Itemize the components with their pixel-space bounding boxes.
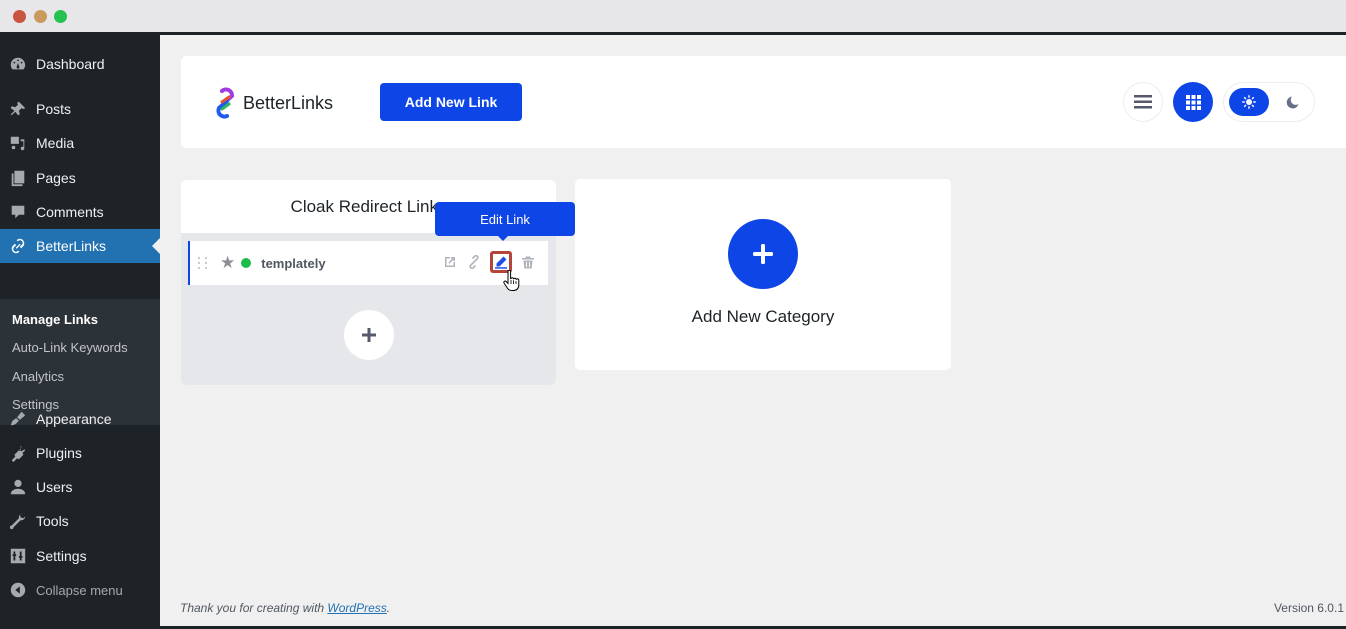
collapse-icon [0, 581, 36, 599]
wrench-icon [0, 512, 36, 530]
dashboard-icon [0, 55, 36, 73]
list-icon [1134, 95, 1152, 109]
add-new-link-button[interactable]: Add New Link [380, 83, 522, 121]
dark-theme-button[interactable] [1276, 88, 1308, 116]
admin-sidebar: Dashboard Posts Media Pages Comments Bet… [0, 35, 160, 629]
add-link-to-category-button[interactable] [344, 310, 394, 360]
sidebar-item-users[interactable]: Users [0, 470, 160, 504]
delete-link-icon[interactable] [520, 254, 536, 270]
link-icon [0, 237, 36, 255]
hand-cursor-icon [503, 270, 520, 291]
submenu-manage-links[interactable]: Manage Links [12, 312, 98, 327]
sidebar-item-settings[interactable]: Settings [0, 539, 160, 573]
drag-handle-icon[interactable] [198, 256, 208, 270]
brand-name: BetterLinks [243, 92, 334, 113]
plus-icon [753, 244, 773, 264]
sidebar-item-label: Appearance [36, 411, 112, 427]
add-category-button[interactable] [728, 219, 798, 289]
comments-icon [0, 203, 36, 221]
window-minimize-button[interactable] [34, 10, 47, 23]
settings-icon [0, 547, 36, 565]
media-icon [0, 134, 36, 152]
favorite-star-icon[interactable]: ★ [220, 253, 235, 273]
moon-icon [1286, 96, 1298, 108]
footer-version: Version 6.0.1 [1273, 601, 1344, 615]
brush-icon [0, 410, 36, 428]
sidebar-item-label: Posts [36, 101, 72, 117]
sidebar-item-label: Comments [36, 204, 104, 220]
link-row-actions [442, 251, 536, 273]
sidebar-item-posts[interactable]: Posts [0, 92, 160, 126]
sidebar-item-media[interactable]: Media [0, 126, 160, 160]
sidebar-item-label: BetterLinks [36, 238, 107, 254]
sidebar-item-label: Media [36, 135, 75, 151]
wordpress-link[interactable]: WordPress [327, 601, 386, 615]
edit-link-tooltip: Edit Link [435, 202, 575, 241]
pencil-icon [495, 256, 507, 269]
sun-icon [1242, 95, 1256, 109]
link-title[interactable]: templately [261, 256, 325, 271]
sidebar-item-label: Tools [36, 513, 69, 529]
sidebar-item-dashboard[interactable]: Dashboard [0, 47, 160, 81]
list-view-button[interactable] [1123, 82, 1163, 122]
sidebar-item-label: Users [36, 479, 73, 495]
grid-view-button[interactable] [1173, 82, 1213, 122]
sidebar-item-label: Pages [36, 170, 76, 186]
sidebar-item-appearance[interactable]: Appearance [0, 402, 160, 436]
status-active-dot [241, 258, 252, 268]
pin-icon [0, 100, 36, 118]
window-maximize-button[interactable] [54, 10, 67, 23]
sidebar-item-plugins[interactable]: Plugins [0, 436, 160, 470]
sidebar-item-label: Plugins [36, 445, 82, 461]
pages-icon [0, 169, 36, 187]
light-theme-button[interactable] [1229, 88, 1269, 116]
open-external-icon[interactable] [442, 254, 458, 270]
collapse-menu-button[interactable]: Collapse menu [0, 573, 160, 607]
category-title: Cloak Redirect Links [290, 196, 447, 216]
theme-toggle [1223, 82, 1315, 122]
submenu-auto-link-keywords[interactable]: Auto-Link Keywords [12, 340, 128, 355]
plus-icon [362, 328, 376, 342]
sidebar-item-betterlinks[interactable]: BetterLinks [0, 229, 160, 263]
add-new-category-card[interactable]: Add New Category [575, 179, 951, 370]
sidebar-item-comments[interactable]: Comments [0, 195, 160, 229]
betterlinks-header: BetterLinks Add New Link [181, 56, 1346, 148]
betterlinks-logo-icon [216, 87, 234, 119]
category-column: Cloak Redirect Links Edit Link ★ templat… [181, 180, 575, 385]
footer-thanks: Thank you for creating with WordPress. [180, 601, 390, 615]
plug-icon [0, 444, 36, 462]
window-close-button[interactable] [13, 10, 26, 23]
submenu-analytics[interactable]: Analytics [12, 369, 64, 384]
sidebar-item-pages[interactable]: Pages [0, 161, 160, 195]
copy-link-icon[interactable] [466, 254, 482, 270]
collapse-menu-label: Collapse menu [36, 582, 123, 598]
main-content: BetterLinks Add New Link Cloak Redirect … [160, 35, 1346, 629]
sidebar-item-label: Dashboard [36, 56, 105, 72]
sidebar-item-tools[interactable]: Tools [0, 504, 160, 538]
grid-icon [1185, 94, 1201, 110]
footer-thanks-suffix: . [386, 601, 391, 615]
betterlinks-logo: BetterLinks [213, 87, 333, 119]
sidebar-item-label: Settings [36, 548, 87, 564]
footer-thanks-text: Thank you for creating with [180, 601, 328, 615]
window-titlebar [0, 0, 1346, 32]
user-icon [0, 478, 36, 496]
add-category-label: Add New Category [691, 307, 835, 326]
link-row[interactable]: ★ templately [188, 241, 548, 285]
